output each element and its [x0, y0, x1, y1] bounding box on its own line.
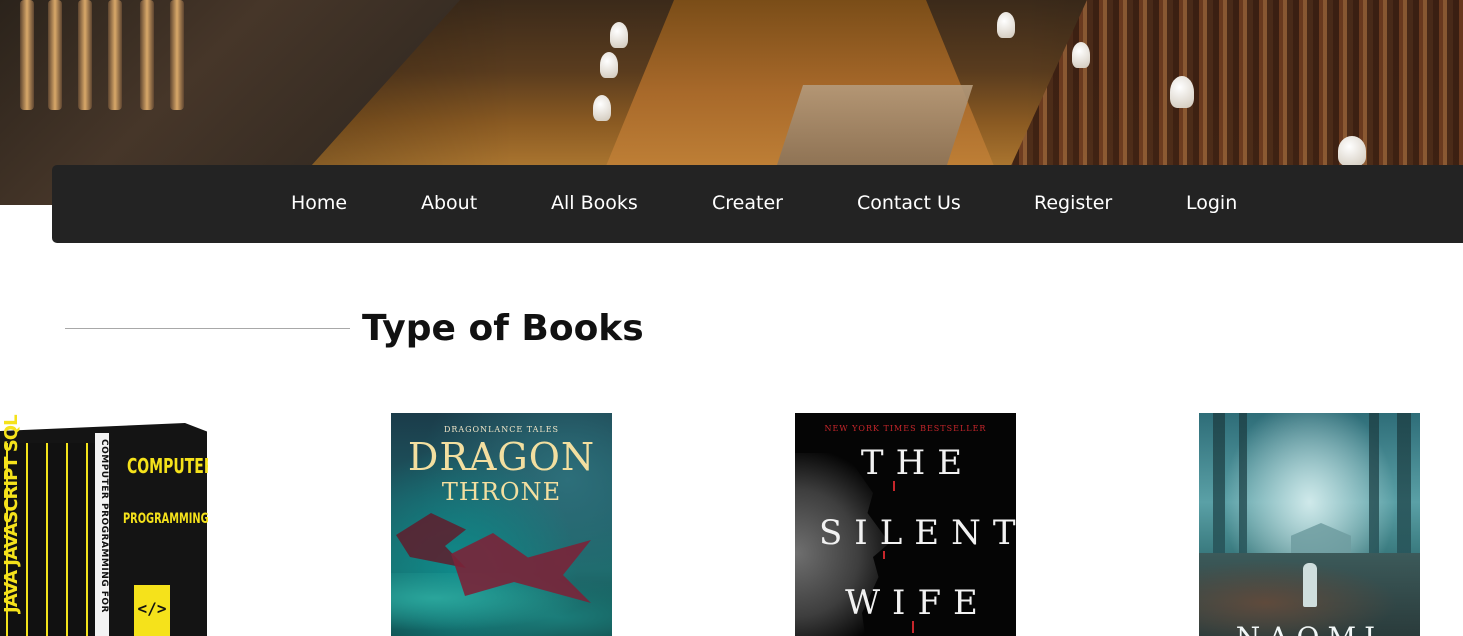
- nav-list: Home About All Books Creater Contact Us …: [52, 165, 1463, 243]
- banner-column: [78, 0, 92, 110]
- banner-bust: [1170, 76, 1194, 108]
- banner-bust: [610, 22, 628, 48]
- book-card-computer-programming[interactable]: JAVA JAVASCRIPT SQL C++ C# PYTHON PHP HT…: [0, 413, 208, 636]
- book-title-line2: THRONE: [441, 478, 562, 506]
- nav-all-books-link[interactable]: All Books: [551, 192, 638, 214]
- banner-column: [170, 0, 184, 110]
- nav-login-link[interactable]: Login: [1186, 192, 1237, 214]
- book-side-text: COMPUTER PROGRAMMING FOR: [95, 433, 109, 636]
- nav-register-link[interactable]: Register: [1034, 192, 1112, 214]
- code-icon: </>: [134, 585, 170, 636]
- book-card-the-silent-wife[interactable]: NEW YORK TIMES BESTSELLER THE SILENT WIF…: [795, 413, 1016, 636]
- book-author-text: NAOMI: [1199, 621, 1420, 636]
- banner-bust: [600, 52, 618, 78]
- banner-column: [20, 0, 34, 110]
- banner-column: [140, 0, 154, 110]
- nav-creater-link[interactable]: Creater: [712, 192, 783, 214]
- blood-drip: [912, 621, 914, 633]
- banner-column: [48, 0, 62, 110]
- banner-bust: [1338, 136, 1366, 166]
- book-spine-text: JAVA JAVASCRIPT SQL C++ C# PYTHON PHP HT…: [1, 413, 22, 613]
- heading-divider-line: [65, 328, 350, 329]
- nav-about-link[interactable]: About: [421, 192, 477, 214]
- book-title-line2: SILENT: [819, 513, 1016, 553]
- section-heading: Type of Books: [65, 308, 765, 358]
- blood-drip: [883, 551, 885, 559]
- banner-display-case: [777, 85, 973, 165]
- book-title-line3: WIFE: [845, 583, 990, 623]
- banner-bust: [593, 95, 611, 121]
- house-illustration: [1291, 523, 1351, 555]
- book-card-forest-mystery[interactable]: NAOMI: [1199, 413, 1420, 636]
- banner-bust: [1072, 42, 1090, 68]
- nav-contact-us-link[interactable]: Contact Us: [857, 192, 961, 214]
- book-tagline: NEW YORK TIMES BESTSELLER: [824, 424, 987, 433]
- book-title-line1: THE: [860, 443, 975, 483]
- book-title-line1: DRAGON: [407, 435, 596, 479]
- banner-column: [108, 0, 122, 110]
- book-series-label: DRAGONLANCE TALES: [443, 425, 560, 434]
- section-title: Type of Books: [362, 308, 644, 349]
- book-cover-title: COMPUTER: [127, 454, 208, 478]
- person-figure: [1303, 563, 1317, 607]
- book-cover-subtitle: PROGRAMMING: [123, 511, 208, 527]
- blood-drip: [893, 481, 895, 491]
- book-card-dragon-throne[interactable]: DRAGONLANCE TALES DRAGON THRONE: [391, 413, 612, 636]
- main-navbar: Home About All Books Creater Contact Us …: [52, 165, 1463, 243]
- banner-bust: [997, 12, 1015, 38]
- nav-home-link[interactable]: Home: [291, 192, 347, 214]
